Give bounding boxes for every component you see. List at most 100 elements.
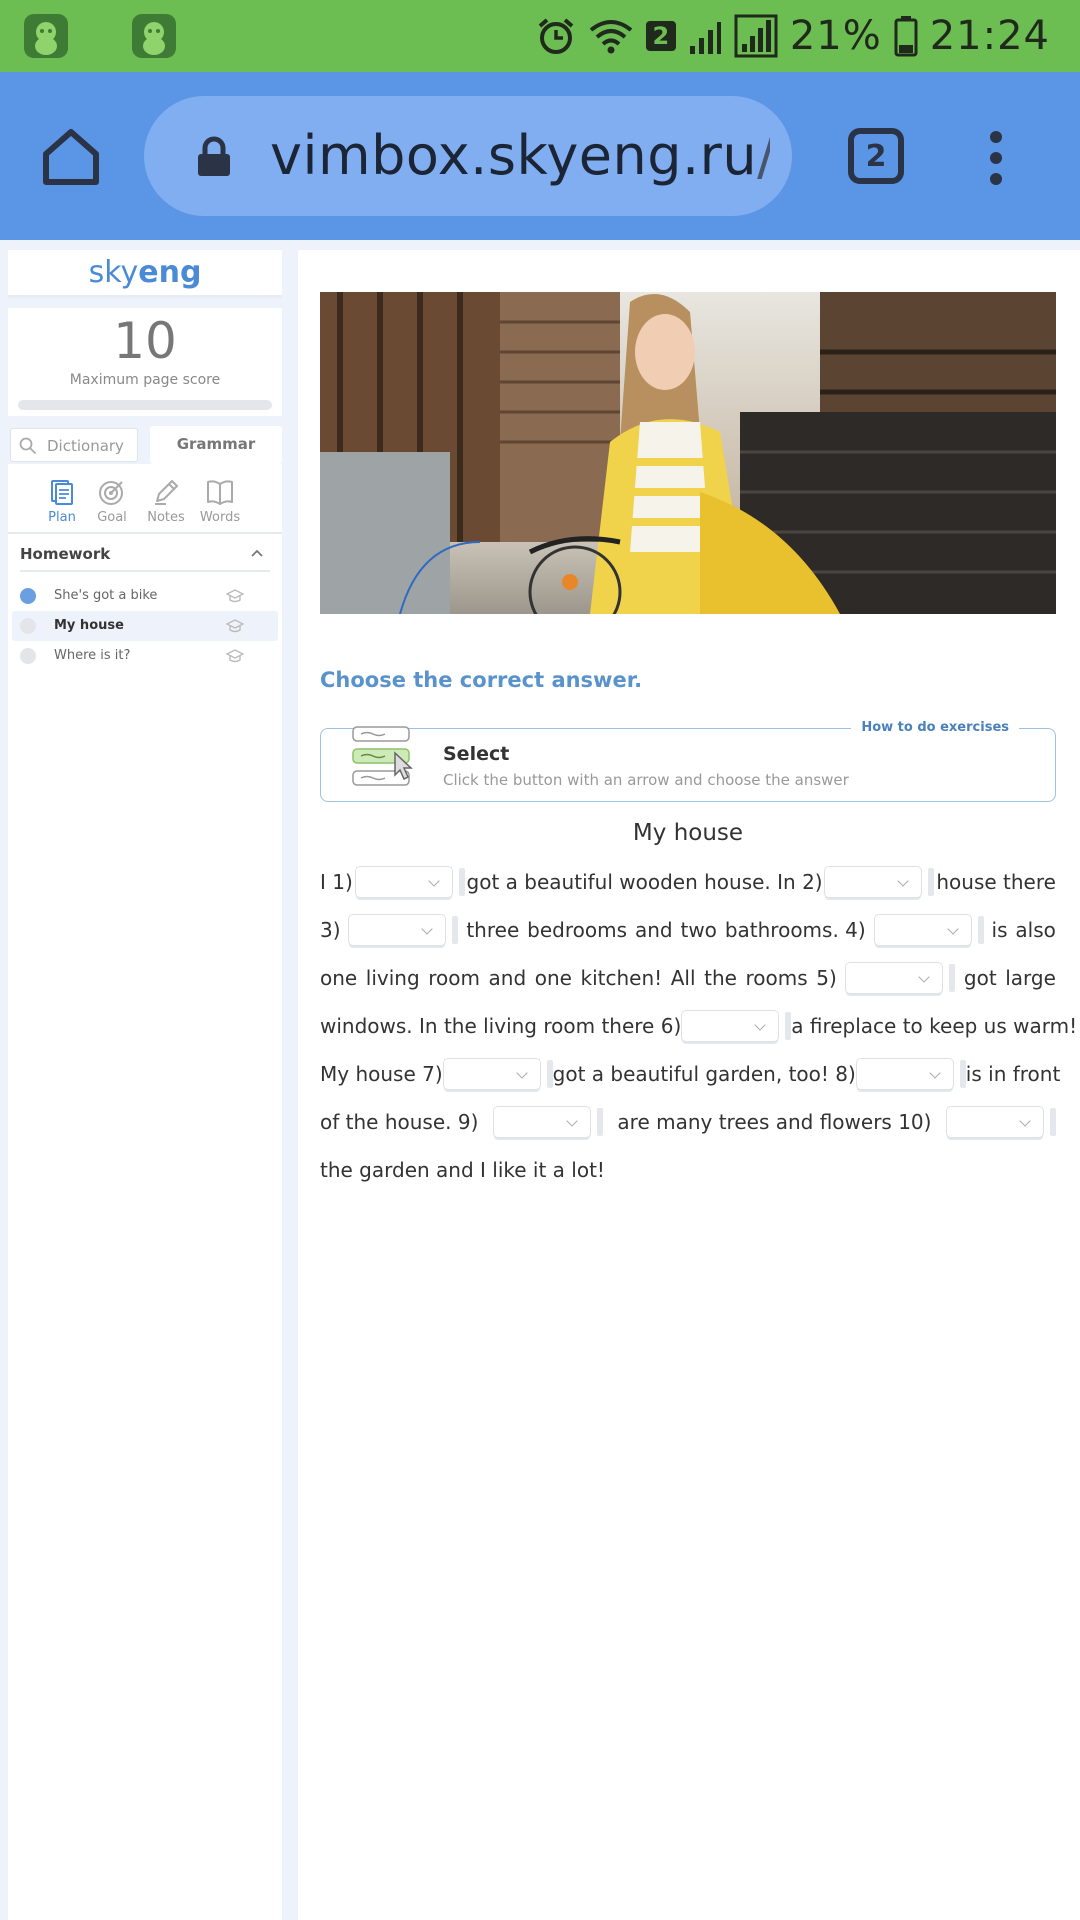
nav-plan-label: Plan [48, 510, 76, 525]
text-segment: also [1015, 918, 1056, 942]
sidebar: skyeng 10 Maximum page score Dictionary … [8, 250, 282, 1920]
answer-dropdown[interactable] [873, 914, 972, 946]
lesson-status-pending [20, 618, 36, 634]
text-segment: rooms [745, 966, 808, 990]
text-segment: the [704, 966, 737, 990]
text-segment: living [365, 966, 420, 990]
chevron-up-icon [251, 549, 263, 557]
text-line: of the house. 9) are many trees and flowe… [320, 1102, 1056, 1142]
nav-notes[interactable]: Notes [142, 478, 190, 525]
answer-dropdown-group [945, 1106, 1056, 1138]
grammar-button[interactable]: Grammar [150, 426, 282, 464]
homework-header[interactable]: Homework [20, 544, 270, 572]
divider [8, 298, 282, 308]
answer-dropdown[interactable] [855, 1058, 954, 1090]
dropdown-side-bar [458, 868, 465, 896]
text-segment: the garden and I like it a lot! [320, 1158, 605, 1182]
lesson-item[interactable]: Where is it? [12, 641, 278, 671]
logo-part-eng: eng [138, 255, 202, 290]
text-segment: three [466, 918, 520, 942]
answer-dropdown[interactable] [824, 866, 923, 898]
text-segment: and [634, 918, 673, 942]
pencil-icon [155, 480, 178, 505]
answer-dropdown[interactable] [681, 1010, 780, 1042]
text-line: one living room and one kitchen! All the rooms 5)… [320, 958, 1056, 998]
graduation-cap-icon [226, 649, 244, 663]
dropdown-side-bar [596, 1108, 603, 1136]
lock-icon [198, 136, 230, 176]
app-notification-icon [24, 14, 68, 58]
nav-goal-label: Goal [97, 510, 127, 525]
skyeng-logo[interactable]: skyeng [8, 250, 282, 298]
text-segment: All [670, 966, 696, 990]
how-to-do-exercises-link[interactable]: How to do exercises [851, 720, 1019, 735]
answer-dropdown[interactable] [492, 1106, 591, 1138]
answer-dropdown[interactable] [945, 1106, 1044, 1138]
answer-dropdown-group [824, 866, 935, 898]
text-title: My house [632, 820, 744, 846]
text-segment: bathrooms. 4) [724, 918, 866, 942]
answer-dropdown[interactable] [354, 866, 453, 898]
text-segment: two [680, 918, 717, 942]
graduation-cap-icon [226, 589, 244, 603]
dictionary-search[interactable]: Dictionary [10, 428, 138, 462]
lesson-item[interactable]: She's got a bike [12, 581, 278, 611]
text-segment: large [1005, 966, 1056, 990]
more-vert-icon[interactable] [984, 130, 1008, 186]
text-line: 3) three bedrooms and two bathrooms. 4) is also [320, 910, 1056, 950]
answer-dropdown[interactable] [442, 1058, 541, 1090]
lesson-status-pending [20, 648, 36, 664]
status-bar: 2 21% 21:24 [0, 0, 1080, 72]
text-segment: one [320, 966, 358, 990]
text-segment: and [488, 966, 527, 990]
tab-switcher-button[interactable]: 2 [848, 128, 904, 184]
divider [8, 416, 282, 426]
answer-dropdown-group [873, 914, 984, 946]
battery-percent: 21% [789, 13, 882, 59]
lesson-content: Choose the correct answer. How to do exe… [298, 250, 1080, 1920]
text-segment: windows. In the living room there 6) [320, 1014, 682, 1038]
answer-dropdown-group [442, 1058, 553, 1090]
nav-words[interactable]: Words [196, 478, 244, 525]
signal-box-icon [734, 14, 778, 58]
dropdown-side-bar [452, 916, 459, 944]
url-text: vimbox.skyeng.ru/roo [270, 124, 770, 187]
app-notification-icon [132, 14, 176, 58]
exercise-instruction: Choose the correct answer. [320, 668, 643, 692]
answer-dropdown[interactable] [348, 914, 447, 946]
dropdown-side-bar [1049, 1108, 1056, 1136]
text-line: My house 7) got a beautiful garden, too! … [320, 1054, 1060, 1094]
text-segment: 5) [816, 966, 837, 990]
score-progress-bar [18, 400, 272, 410]
text-segment: My house 7) [320, 1062, 443, 1086]
text-segment: is [991, 918, 1008, 942]
lesson-item-active[interactable]: My house [12, 611, 278, 641]
text-segment: kitchen! [580, 966, 663, 990]
address-bar[interactable]: vimbox.skyeng.ru/roo [144, 96, 792, 216]
lesson-status-done [20, 588, 36, 604]
search-icon [19, 437, 37, 455]
sim-badge: 2 [645, 21, 676, 51]
lesson-photo [320, 292, 1056, 614]
nav-goal[interactable]: Goal [88, 478, 136, 525]
answer-dropdown-group [855, 1058, 966, 1090]
max-score-label: Maximum page score [69, 372, 221, 388]
text-segment: got [963, 966, 997, 990]
dropdown-side-bar [977, 916, 984, 944]
url-host: vimbox.skyeng.ru [270, 124, 758, 187]
text-line: the garden and I like it a lot! [320, 1150, 1056, 1190]
sidebar-nav: Plan Goal Notes Words [8, 472, 282, 534]
answer-dropdown-group [681, 1010, 792, 1042]
exercise-type-title: Select [443, 743, 510, 765]
answer-dropdown-group [354, 866, 465, 898]
home-icon[interactable] [40, 126, 102, 188]
answer-dropdown[interactable] [845, 962, 944, 994]
lesson-label: Where is it? [54, 648, 131, 663]
text-segment: got a beautiful wooden house. In 2) [466, 870, 823, 894]
text-segment: bedrooms [527, 918, 628, 942]
text-segment: of the house. 9) [320, 1110, 479, 1134]
graduation-cap-icon [226, 619, 244, 633]
nav-plan[interactable]: Plan [38, 478, 86, 525]
target-icon [99, 481, 123, 505]
answer-dropdown-group [845, 962, 956, 994]
